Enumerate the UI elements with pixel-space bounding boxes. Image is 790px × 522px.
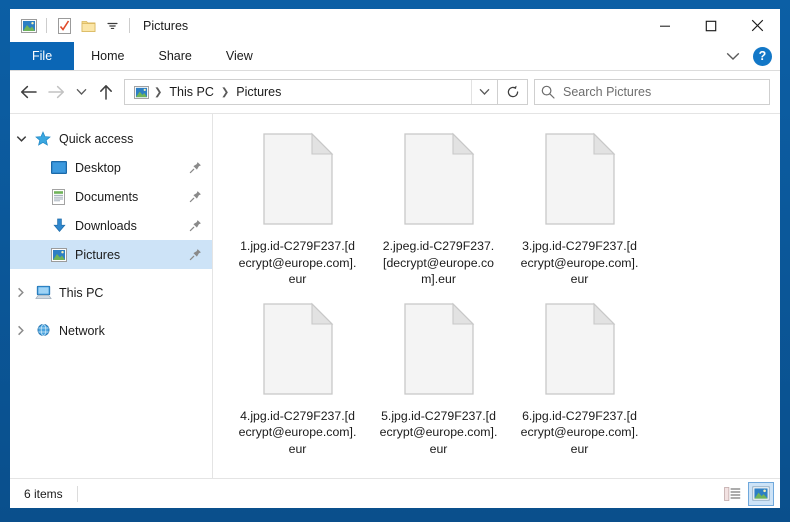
- sidebar-item-label: Downloads: [75, 218, 137, 233]
- up-button[interactable]: [92, 78, 120, 106]
- pin-icon[interactable]: [189, 219, 202, 232]
- downloads-icon: [48, 218, 70, 234]
- sidebar-item-label: Documents: [75, 189, 139, 204]
- sidebar-item-label: Pictures: [75, 247, 121, 262]
- title-bar: Pictures: [10, 9, 780, 42]
- file-item[interactable]: 4.jpg.id-C279F237.[decrypt@europe.com].e…: [227, 298, 368, 464]
- breadcrumb-item-pictures[interactable]: Pictures: [232, 83, 285, 101]
- sidebar-item-network[interactable]: Network: [10, 316, 212, 345]
- navigation-pane: Quick access Desktop Documents Downloads…: [10, 114, 213, 478]
- generic-file-icon: [402, 302, 476, 401]
- status-bar: 6 items: [10, 478, 780, 508]
- tab-home[interactable]: Home: [74, 42, 141, 70]
- file-name: 1.jpg.id-C279F237.[decrypt@europe.com].e…: [238, 239, 357, 287]
- generic-file-icon: [261, 302, 335, 401]
- chevron-right-icon[interactable]: [10, 325, 32, 336]
- search-icon: [535, 85, 561, 99]
- documents-icon: [48, 188, 70, 205]
- generic-file-icon: [261, 132, 335, 231]
- pin-icon[interactable]: [189, 248, 202, 261]
- qat-divider-2: [129, 18, 130, 33]
- pin-icon[interactable]: [189, 161, 202, 174]
- maximize-button[interactable]: [688, 9, 734, 42]
- file-name: 2.jpeg.id-C279F237.[decrypt@europe.com].…: [382, 239, 495, 287]
- address-bar-row: ❯ This PC ❯ Pictures Search Pictures: [10, 71, 780, 113]
- customize-dropdown-icon[interactable]: [101, 15, 123, 37]
- new-folder-icon[interactable]: [77, 15, 99, 37]
- breadcrumb-separator-0[interactable]: ❯: [152, 87, 164, 98]
- network-icon: [32, 323, 54, 338]
- breadcrumb-pictures-icon: [131, 85, 151, 99]
- sidebar-item-label: Network: [59, 323, 105, 338]
- status-divider: [76, 485, 78, 502]
- file-explorer-window: Pictures File Home Share View ? ❯ This P…: [10, 9, 780, 508]
- sidebar-item-documents[interactable]: Documents: [10, 182, 212, 211]
- sidebar-item-downloads[interactable]: Downloads: [10, 211, 212, 240]
- file-item[interactable]: 2.jpeg.id-C279F237.[decrypt@europe.com].…: [368, 128, 509, 294]
- pictures-icon[interactable]: [18, 15, 40, 37]
- tab-share[interactable]: Share: [142, 42, 209, 70]
- file-item[interactable]: 6.jpg.id-C279F237.[decrypt@europe.com].e…: [509, 298, 650, 464]
- search-input[interactable]: Search Pictures: [563, 85, 651, 99]
- sidebar-item-label: Quick access: [59, 131, 134, 146]
- properties-icon[interactable]: [53, 15, 75, 37]
- breadcrumb-separator-1[interactable]: ❯: [219, 87, 231, 98]
- file-item[interactable]: 1.jpg.id-C279F237.[decrypt@europe.com].e…: [227, 128, 368, 294]
- sidebar-item-desktop[interactable]: Desktop: [10, 153, 212, 182]
- sidebar-item-quick-access[interactable]: Quick access: [10, 124, 212, 153]
- pictures-icon: [48, 247, 70, 262]
- address-dropdown-icon[interactable]: [471, 80, 497, 104]
- view-toggle-group: [719, 481, 774, 506]
- large-icons-view-button[interactable]: [748, 481, 774, 506]
- back-button[interactable]: [14, 78, 42, 106]
- recent-locations-icon[interactable]: [70, 78, 92, 106]
- sidebar-item-label: Desktop: [75, 160, 121, 175]
- file-item[interactable]: 3.jpg.id-C279F237.[decrypt@europe.com].e…: [509, 128, 650, 294]
- chevron-down-icon[interactable]: [721, 44, 745, 68]
- desktop-icon: [48, 160, 70, 175]
- details-view-button[interactable]: [719, 482, 745, 506]
- file-list-view[interactable]: 1.jpg.id-C279F237.[decrypt@europe.com].e…: [213, 114, 780, 478]
- chevron-right-icon[interactable]: [10, 287, 32, 298]
- window-title: Pictures: [143, 18, 189, 33]
- refresh-button[interactable]: [498, 79, 528, 105]
- sidebar-item-this-pc[interactable]: This PC: [10, 278, 212, 307]
- qat-divider-1: [46, 18, 47, 33]
- sidebar-item-pictures[interactable]: Pictures: [10, 240, 212, 269]
- file-name: 3.jpg.id-C279F237.[decrypt@europe.com].e…: [520, 239, 639, 287]
- file-name: 6.jpg.id-C279F237.[decrypt@europe.com].e…: [520, 408, 639, 456]
- tab-view[interactable]: View: [209, 42, 270, 70]
- screenshot-frame: Pictures File Home Share View ? ❯ This P…: [0, 0, 790, 522]
- file-grid: 1.jpg.id-C279F237.[decrypt@europe.com].e…: [227, 128, 770, 468]
- generic-file-icon: [543, 302, 617, 401]
- sidebar-item-label: This PC: [59, 285, 104, 300]
- quick-access-toolbar: [10, 15, 134, 37]
- address-bar[interactable]: ❯ This PC ❯ Pictures: [124, 79, 498, 105]
- tab-file[interactable]: File: [10, 42, 75, 70]
- help-button[interactable]: ?: [753, 46, 772, 66]
- ribbon-right-controls: ?: [721, 42, 780, 70]
- item-count-label: 6 items: [24, 486, 63, 501]
- generic-file-icon: [543, 132, 617, 231]
- star-icon: [32, 130, 54, 147]
- file-name: 5.jpg.id-C279F237.[decrypt@europe.com].e…: [379, 408, 498, 456]
- breadcrumb-item-this-pc[interactable]: This PC: [165, 83, 217, 101]
- forward-button[interactable]: [42, 78, 70, 106]
- minimize-button[interactable]: [642, 9, 688, 42]
- thispc-icon: [32, 285, 54, 300]
- file-item[interactable]: 5.jpg.id-C279F237.[decrypt@europe.com].e…: [368, 298, 509, 464]
- breadcrumb: ❯ This PC ❯ Pictures: [125, 83, 471, 101]
- close-button[interactable]: [734, 9, 780, 42]
- window-controls: [642, 9, 780, 42]
- pin-icon[interactable]: [189, 190, 202, 203]
- explorer-body: ris /// Quick access: [10, 113, 780, 478]
- file-name: 4.jpg.id-C279F237.[decrypt@europe.com].e…: [238, 408, 357, 456]
- search-box[interactable]: Search Pictures: [534, 79, 770, 105]
- chevron-down-icon[interactable]: [10, 135, 32, 143]
- generic-file-icon: [402, 132, 476, 231]
- ribbon-tab-bar: File Home Share View ?: [10, 42, 780, 71]
